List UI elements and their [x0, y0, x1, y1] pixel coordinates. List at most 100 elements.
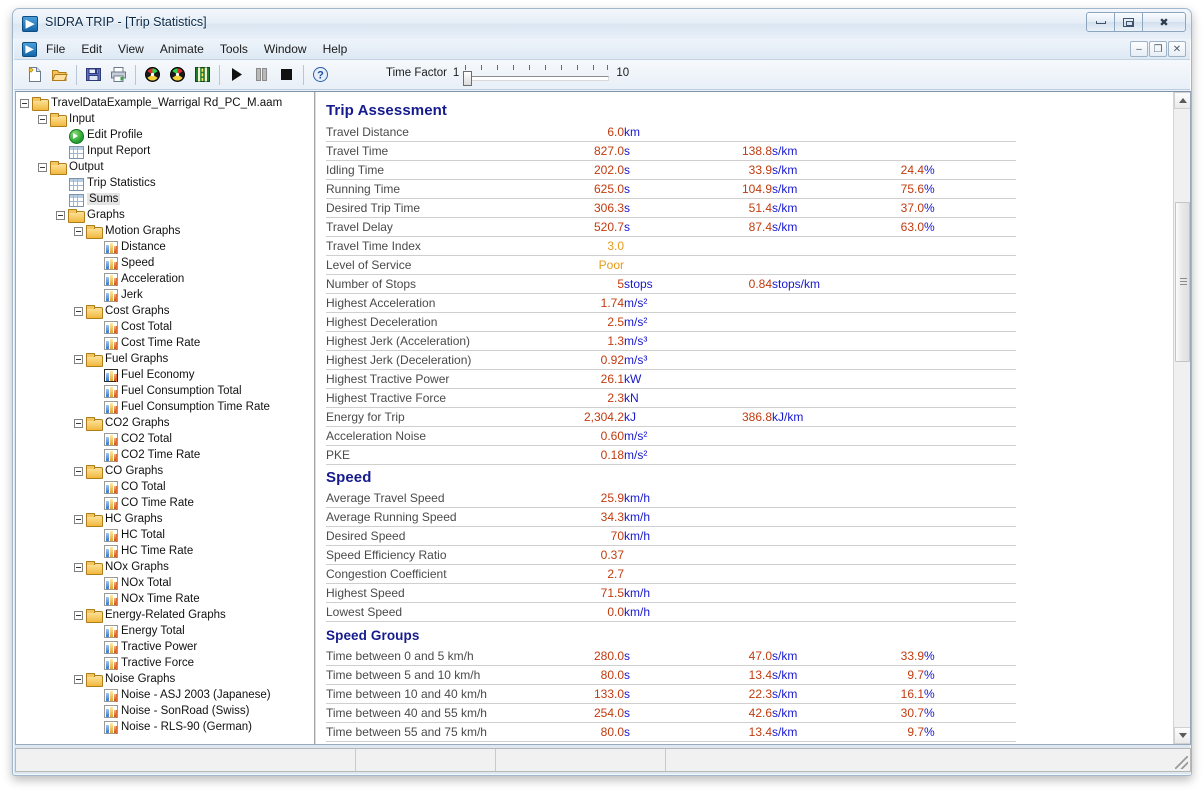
tree-item[interactable]: HC Total — [20, 527, 314, 543]
road-graph-button[interactable] — [190, 63, 214, 86]
print-button[interactable] — [106, 63, 130, 86]
pause-button[interactable] — [249, 63, 273, 86]
row-unit-rate: s/km — [772, 198, 846, 218]
mdi-close-button[interactable]: ✕ — [1168, 41, 1186, 57]
slider-thumb[interactable] — [463, 71, 473, 86]
scroll-down-button[interactable] — [1174, 727, 1190, 744]
row-pad — [966, 646, 1016, 666]
scrollbar-thumb[interactable] — [1175, 202, 1190, 362]
scroll-up-button[interactable] — [1174, 92, 1190, 109]
row-value-percent: 37.0 — [846, 198, 924, 218]
menu-view[interactable]: View — [111, 40, 151, 58]
tree-item[interactable]: Noise - ASJ 2003 (Japanese) — [20, 687, 314, 703]
tree-item[interactable]: Tractive Force — [20, 655, 314, 671]
tree-item[interactable]: HC Time Rate — [20, 543, 314, 559]
menu-window[interactable]: Window — [257, 40, 314, 58]
tree-item[interactable]: Speed — [20, 255, 314, 271]
menu-animate[interactable]: Animate — [153, 40, 211, 58]
tree-item[interactable]: Fuel Consumption Time Rate — [20, 399, 314, 415]
tree-item[interactable]: Energy-Related Graphs — [20, 607, 314, 623]
tree-item[interactable]: HC Graphs — [20, 511, 314, 527]
tree-item[interactable]: Acceleration — [20, 271, 314, 287]
tree-item[interactable]: TravelDataExample_Warrigal Rd_PC_M.aam — [20, 95, 314, 111]
gauge-alt-button[interactable] — [165, 63, 189, 86]
tree-item[interactable]: Jerk — [20, 287, 314, 303]
tree-item[interactable]: Motion Graphs — [20, 223, 314, 239]
tree-item[interactable]: NOx Graphs — [20, 559, 314, 575]
tree-item[interactable]: Fuel Economy — [20, 367, 314, 383]
tree-item[interactable]: Edit Profile — [20, 127, 314, 144]
menu-help[interactable]: Help — [316, 40, 355, 58]
tree-item[interactable]: NOx Total — [20, 575, 314, 591]
tree-expander-icon[interactable] — [74, 674, 83, 684]
tree-expander-icon[interactable] — [20, 98, 29, 108]
tree-expander-icon[interactable] — [74, 226, 83, 236]
tree-item[interactable]: CO2 Total — [20, 431, 314, 447]
tree-expander-icon[interactable] — [74, 418, 83, 428]
tree-item[interactable]: CO Total — [20, 479, 314, 495]
open-file-button[interactable] — [47, 63, 71, 86]
tree-item[interactable]: Noise Graphs — [20, 671, 314, 687]
tree-item-label: CO Graphs — [105, 465, 164, 477]
row-value-percent — [846, 350, 924, 370]
bar-chart-icon — [104, 337, 118, 350]
tree-item[interactable]: Input Report — [20, 143, 314, 159]
tree-expander-icon[interactable] — [74, 610, 83, 620]
tree-item[interactable]: CO Time Rate — [20, 495, 314, 511]
tree-expander-icon[interactable] — [74, 306, 83, 316]
time-factor-slider[interactable] — [463, 64, 611, 86]
bar-chart-icon — [104, 385, 118, 398]
menu-edit[interactable]: Edit — [74, 40, 109, 58]
document-vertical-scrollbar[interactable] — [1173, 92, 1190, 744]
tree-item[interactable]: CO2 Graphs — [20, 415, 314, 431]
window-minimize-button[interactable] — [1086, 12, 1115, 32]
tree-expander-icon[interactable] — [74, 466, 83, 476]
bar-chart-icon — [104, 689, 118, 702]
row-value-percent — [846, 293, 924, 313]
tree-item[interactable]: Tractive Power — [20, 639, 314, 655]
menu-app-icon[interactable]: ▶ — [22, 41, 37, 57]
tree-item[interactable]: Energy Total — [20, 623, 314, 639]
help-button[interactable]: ? — [308, 63, 332, 86]
tree-expander-icon[interactable] — [74, 562, 83, 572]
tree-item[interactable]: Graphs — [20, 207, 314, 223]
tree-expander-icon[interactable] — [74, 514, 83, 524]
tree-item[interactable]: Cost Total — [20, 319, 314, 335]
tree-item[interactable]: Sums — [20, 191, 314, 207]
tree-item[interactable]: Noise - SonRoad (Swiss) — [20, 703, 314, 719]
mdi-restore-button[interactable]: ❐ — [1149, 41, 1167, 57]
tree-expander-icon[interactable] — [56, 210, 65, 220]
tree-item[interactable]: Fuel Consumption Total — [20, 383, 314, 399]
tree-item[interactable]: CO Graphs — [20, 463, 314, 479]
table-report-icon — [68, 144, 84, 159]
tree-item[interactable]: Fuel Graphs — [20, 351, 314, 367]
mdi-minimize-button[interactable]: – — [1130, 41, 1148, 57]
tree-item[interactable]: Noise - RLS-90 (German) — [20, 719, 314, 735]
window-maximize-button[interactable] — [1114, 12, 1143, 32]
stop-button[interactable] — [274, 63, 298, 86]
tree-item[interactable]: Cost Graphs — [20, 303, 314, 319]
menu-tools[interactable]: Tools — [213, 40, 255, 58]
save-button[interactable] — [81, 63, 105, 86]
tree-item[interactable]: Input — [20, 111, 314, 127]
resize-grip[interactable] — [1175, 756, 1188, 769]
navigation-tree-pane[interactable]: TravelDataExample_Warrigal Rd_PC_M.aam In… — [16, 92, 315, 744]
new-file-button[interactable] — [22, 63, 46, 86]
tree-item[interactable]: NOx Time Rate — [20, 591, 314, 607]
tree-expander-icon[interactable] — [74, 354, 83, 364]
window-close-button[interactable]: ✖ — [1142, 12, 1186, 32]
tree-item[interactable]: Distance — [20, 239, 314, 255]
tree-expander-icon[interactable] — [38, 114, 47, 124]
tree-item[interactable]: Output — [20, 159, 314, 175]
tree-item[interactable]: Trip Statistics — [20, 175, 314, 191]
tree-expander-icon[interactable] — [38, 162, 47, 172]
play-button[interactable] — [224, 63, 248, 86]
tree-item[interactable]: Cost Time Rate — [20, 335, 314, 351]
row-label: Highest Deceleration — [326, 312, 544, 332]
row-value-percent — [846, 507, 924, 527]
tree-item[interactable]: CO2 Time Rate — [20, 447, 314, 463]
bar-chart-icon — [104, 273, 118, 286]
menu-file[interactable]: File — [39, 40, 72, 58]
gauge-button[interactable] — [140, 63, 164, 86]
